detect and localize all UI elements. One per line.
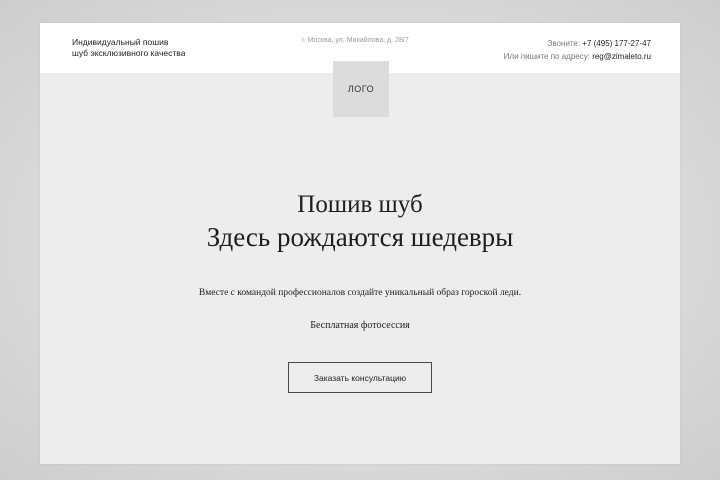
landing-page: Индивидуальный пошив шуб эксклюзивного к… xyxy=(40,23,680,464)
email-line: Или пишите по адресу: reg@zimaleto.ru xyxy=(504,50,651,63)
header-contacts: Звоните: +7 (495) 177-27-47 Или пишите п… xyxy=(504,37,651,63)
phone-link[interactable]: +7 (495) 177-27-47 xyxy=(582,39,651,48)
hero-title-line1: Пошив шуб xyxy=(297,191,423,218)
header-address: г. Москва, ул. Михайлова, д. 28/7 xyxy=(302,37,409,44)
hero-note: Бесплатная фотосессия xyxy=(310,320,410,331)
hero-title: Пошив шуб Здесь рождаются шедевры xyxy=(40,190,680,254)
phone-label: Звоните: xyxy=(547,39,583,48)
logo[interactable]: ЛОГО xyxy=(333,61,389,117)
consultation-button[interactable]: Заказать консультацию xyxy=(288,362,432,393)
email-link[interactable]: reg@zimaleto.ru xyxy=(592,52,651,61)
hero-title-line2: Здесь рождаются шедевры xyxy=(206,222,514,252)
header-tagline: Индивидуальный пошив шуб эксклюзивного к… xyxy=(72,37,186,58)
consultation-button-label: Заказать консультацию xyxy=(313,372,407,383)
email-label: Или пишите по адресу: xyxy=(503,52,593,61)
hero-description: Вместе с командой профессионалов создайт… xyxy=(198,288,522,298)
logo-label: ЛОГО xyxy=(347,84,375,94)
phone-line: Звоните: +7 (495) 177-27-47 xyxy=(504,37,651,50)
